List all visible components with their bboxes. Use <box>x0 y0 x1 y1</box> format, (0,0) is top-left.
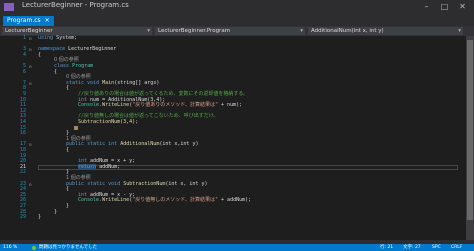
code-text: } <box>38 214 42 221</box>
column-indicator[interactable]: 文字: 27 <box>403 244 421 251</box>
line-number: 1 <box>22 35 26 41</box>
chevron-down-icon: ▾ <box>147 28 150 34</box>
check-icon <box>32 245 36 250</box>
code-line: 29 } <box>0 215 474 221</box>
line-indicator[interactable]: 行: 21 <box>380 244 393 251</box>
project-dropdown-label: LecturerBeginner <box>5 28 53 34</box>
scrollbar-thumb[interactable] <box>467 40 473 220</box>
class-dropdown[interactable]: LecturerBeginner.Program ▾ <box>155 27 305 35</box>
code-text: using System; <box>38 35 78 41</box>
minimize-button[interactable]: – <box>420 1 433 12</box>
class-dropdown-label: LecturerBeginner.Program <box>158 28 231 34</box>
issues-status[interactable]: 問題は見つかりませんでした <box>39 244 97 251</box>
tab-label: Program.cs <box>7 17 41 24</box>
chevron-down-icon: ▾ <box>300 28 303 34</box>
project-dropdown[interactable]: LecturerBeginner ▾ <box>2 27 152 35</box>
spacing-indicator[interactable]: SPC <box>432 244 441 251</box>
close-window-button[interactable]: ✕ <box>456 1 469 12</box>
line-number: 29 <box>19 214 26 221</box>
member-dropdown[interactable]: AdditionalNum(int x, int y) ▾ <box>308 27 463 35</box>
title-bar: LecturerBeginner - Program.cs – □ ✕ <box>0 0 474 14</box>
code-line: 1 ⊟ using System; <box>0 35 474 42</box>
lightbulb-icon[interactable] <box>74 126 78 131</box>
close-tab-icon[interactable]: ✕ <box>45 17 50 24</box>
vertical-scrollbar[interactable] <box>466 36 474 240</box>
tab-program-cs[interactable]: Program.cs ✕ <box>3 16 54 26</box>
collapse-icon[interactable]: ⊟ <box>29 36 31 42</box>
member-dropdown-label: AdditionalNum(int x, int y) <box>311 28 384 34</box>
window-title: LecturerBeginner - Program.cs <box>22 1 129 9</box>
status-bar: 116 % 問題は見つかりませんでした 行: 21 文字: 27 SPC CRL… <box>0 244 474 251</box>
chevron-down-icon: ▾ <box>458 28 461 34</box>
visual-studio-logo-icon <box>4 3 14 11</box>
visual-studio-window: LecturerBeginner - Program.cs – □ ✕ Prog… <box>0 0 474 251</box>
document-tab-bar: Program.cs ✕ <box>0 14 474 26</box>
line-ending-indicator[interactable]: CRLF <box>451 244 462 251</box>
maximize-button[interactable]: □ <box>438 1 451 12</box>
zoom-level[interactable]: 116 % <box>3 244 17 251</box>
code-editor[interactable]: 1 ⊟ using System; 3 ⊟ namespace Lecturer… <box>0 35 474 240</box>
